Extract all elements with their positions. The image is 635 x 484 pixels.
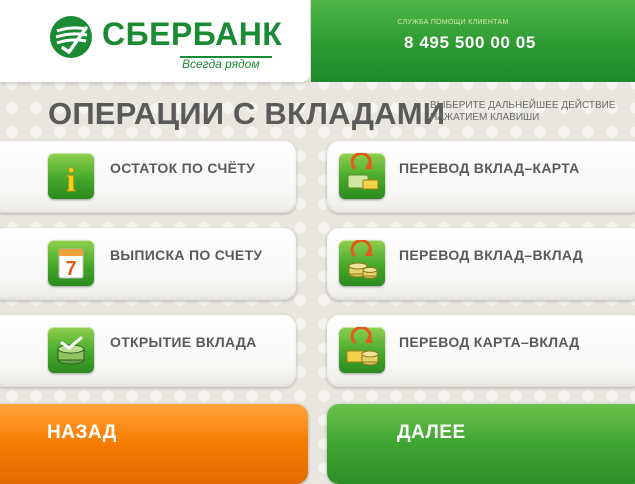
option-transfer-card-deposit-button[interactable]: ПЕРЕВОД КАРТА–ВКЛАД: [327, 315, 635, 387]
option-label: ВЫПИСКА ПО СЧЕТУ: [110, 247, 263, 263]
help-panel: СЛУЖБА ПОМОЩИ КЛИЕНТАМ 8 495 500 00 05: [311, 0, 635, 82]
next-label: ДАЛЕЕ: [397, 422, 466, 443]
svg-text:7: 7: [65, 258, 76, 280]
option-label: ОТКРЫТИЕ ВКЛАДА: [110, 334, 257, 350]
page-title: ОПЕРАЦИИ С ВКЛАДАМИ: [48, 96, 446, 131]
option-transfer-deposit-deposit-button[interactable]: ПЕРЕВОД ВКЛАД–ВКЛАД: [327, 228, 635, 300]
page-hint: ВЫБЕРИТЕ ДАЛЬНЕЙШЕЕ ДЕЙСТВИЕ НАЖАТИЕМ КЛ…: [430, 100, 616, 123]
option-balance-button[interactable]: i ОСТАТОК ПО СЧЁТУ: [0, 141, 296, 213]
transfer-deposit-deposit-icon: [339, 240, 385, 286]
next-button[interactable]: ДАЛЕЕ: [327, 404, 635, 484]
option-label: ПЕРЕВОД ВКЛАД–ВКЛАД: [399, 247, 584, 263]
bank-logo: СБЕРБАНК Всегда рядом: [0, 0, 310, 82]
option-label: ПЕРЕВОД КАРТА–ВКЛАД: [399, 334, 580, 350]
transfer-deposit-card-icon: [339, 153, 385, 199]
option-open-deposit-button[interactable]: ОТКРЫТИЕ ВКЛАДА: [0, 315, 296, 387]
option-transfer-deposit-card-button[interactable]: ПЕРЕВОД ВКЛАД–КАРТА: [327, 141, 635, 213]
brand-name: СБЕРБАНК: [102, 16, 283, 52]
open-deposit-icon: [48, 327, 94, 373]
brand-slogan: Всегда рядом: [182, 57, 260, 71]
option-statement-button[interactable]: 7 ВЫПИСКА ПО СЧЕТУ: [0, 228, 296, 300]
back-label: НАЗАД: [47, 422, 117, 443]
help-label: СЛУЖБА ПОМОЩИ КЛИЕНТАМ: [397, 19, 509, 26]
transfer-card-deposit-icon: [339, 327, 385, 373]
sberbank-logo-icon: [50, 16, 92, 58]
back-button[interactable]: НАЗАД: [0, 404, 308, 484]
help-phone: 8 495 500 00 05: [404, 33, 536, 52]
statement-icon: 7: [48, 240, 94, 286]
option-label: ОСТАТОК ПО СЧЁТУ: [110, 160, 256, 176]
svg-text:i: i: [66, 162, 75, 199]
info-icon: i: [48, 153, 94, 199]
option-label: ПЕРЕВОД ВКЛАД–КАРТА: [399, 160, 580, 176]
